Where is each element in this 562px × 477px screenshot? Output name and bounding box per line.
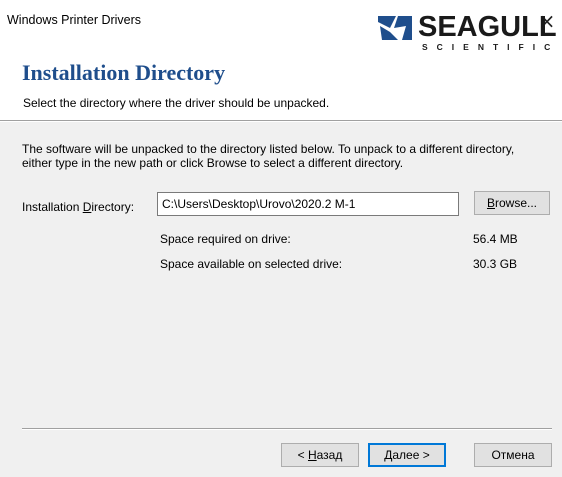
back-accelerator: Н: [307, 448, 317, 462]
browse-accelerator: B: [486, 196, 495, 210]
description: The software will be unpacked to the dir…: [22, 142, 562, 170]
cancel-button[interactable]: Отмена: [474, 443, 552, 467]
browse-label: rowse...: [495, 196, 538, 210]
seagull-logo: SEAGULL SCIENTIFIC: [376, 11, 562, 54]
browse-button[interactable]: Browse...: [474, 191, 550, 215]
page-subtitle: Select the directory where the driver sh…: [23, 96, 330, 110]
label-text-post: irectory:: [91, 200, 135, 214]
space-available-label: Space available on selected drive:: [160, 257, 343, 271]
label-text-pre: Installation: [22, 200, 83, 214]
space-required-label: Space required on drive:: [160, 232, 291, 246]
logo-wordmark: SEAGULL: [418, 11, 557, 43]
description-line-1: The software will be unpacked to the dir…: [22, 142, 515, 156]
back-label: азад: [316, 448, 343, 462]
installation-directory-input[interactable]: [157, 192, 459, 216]
space-required-value: 56.4 MB: [473, 232, 518, 246]
next-button[interactable]: Далее >: [368, 443, 446, 467]
window-title: Windows Printer Drivers: [7, 13, 142, 27]
back-arrow: <: [297, 448, 308, 462]
header-divider: [0, 120, 562, 122]
back-button[interactable]: < Назад: [281, 443, 359, 467]
space-available-value: 30.3 GB: [473, 257, 518, 271]
description-line-2: either type in the new path or click Bro…: [22, 156, 404, 170]
logo-subtitle: SCIENTIFIC: [422, 42, 560, 52]
next-label: алее >: [392, 448, 430, 462]
seagull-logo-icon: [378, 16, 412, 40]
page-title: Installation Directory: [22, 60, 226, 85]
footer-divider: [22, 428, 552, 430]
installation-directory-label: Installation Directory:: [22, 200, 134, 214]
wizard-header: Installation Directory Select the direct…: [0, 44, 562, 120]
